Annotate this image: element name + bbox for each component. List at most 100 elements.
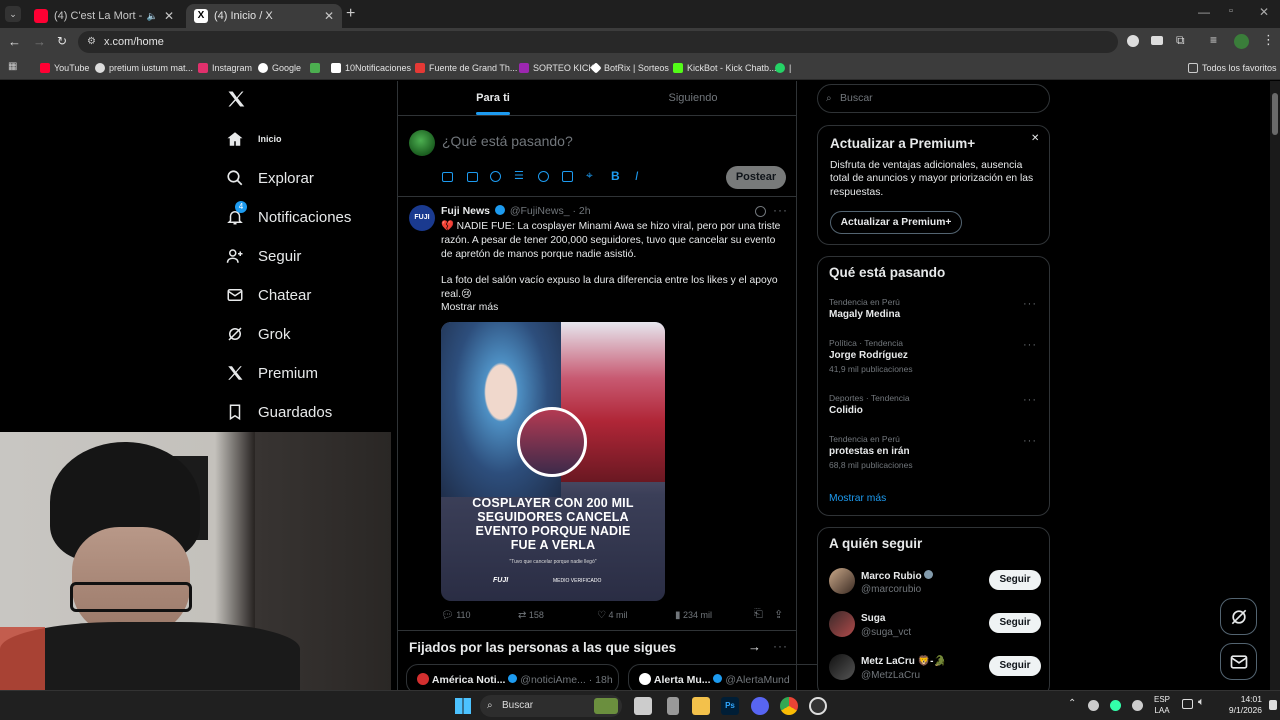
bookmark-youtube[interactable]: YouTube [40, 61, 89, 75]
minimize-icon[interactable]: — [1198, 5, 1210, 19]
x-logo-icon[interactable] [226, 89, 246, 109]
italic-icon[interactable]: I [635, 169, 638, 183]
views-button[interactable]: ▮ 234 mil [675, 610, 712, 621]
follow-suggestion[interactable]: Suga @suga_vct Seguir [829, 611, 1041, 641]
tab-youtube[interactable]: (4) C'est La Mort - YouTube 🔈 ✕ [26, 4, 182, 28]
chrome-icon[interactable] [780, 697, 798, 715]
scrollbar-thumb[interactable] [1272, 93, 1278, 135]
bookmark-sorteo-kick[interactable]: SORTEO KICK [519, 61, 594, 75]
trend-item[interactable]: Tendencia en Perú Magaly Medina [829, 297, 900, 320]
follow-button[interactable]: Seguir [989, 656, 1041, 676]
arrow-right-icon[interactable]: → [748, 639, 761, 654]
trend-item[interactable]: Deportes · Tendencia Colidio [829, 393, 910, 416]
location-icon[interactable]: ⌖ [586, 168, 593, 183]
post-button[interactable]: Postear [726, 166, 786, 189]
tweet[interactable]: FUJI Fuji News @FujiNews_ · 2h ··· 💔 NAD… [398, 197, 796, 631]
nav-seguir[interactable]: Seguir [226, 243, 301, 269]
volume-icon[interactable]: 🔈︎ [1198, 696, 1205, 709]
tray-icon[interactable] [1088, 700, 1099, 711]
bookmark-instagram[interactable]: Instagram [198, 61, 252, 75]
forward-icon[interactable]: → [33, 34, 46, 49]
site-info-icon[interactable]: ⚙ [87, 31, 96, 53]
tab-siguiendo[interactable]: Siguiendo [598, 81, 788, 115]
close-tab-icon[interactable]: ✕ [164, 9, 174, 23]
more-options-icon[interactable]: ··· [1023, 298, 1037, 310]
bold-icon[interactable]: B [611, 169, 620, 183]
bookmark-colorful[interactable] [310, 61, 324, 75]
tab-list-button[interactable]: ⌄ [5, 6, 21, 22]
photoshop-icon[interactable]: Ps [721, 697, 739, 715]
pinned-card[interactable]: América Noti... @noticiAme... · 18h [406, 664, 619, 690]
compose-input[interactable]: ¿Qué está pasando? [442, 133, 573, 149]
more-options-icon[interactable]: ··· [773, 639, 788, 653]
nav-grok[interactable]: Grok [226, 321, 291, 347]
bookmark-whatsapp[interactable]: | [775, 61, 791, 75]
tray-chevron-icon[interactable]: ⌃ [1068, 698, 1076, 709]
bookmark-botrix[interactable]: BotRix | Sorteos [590, 61, 669, 75]
grok-compose-icon[interactable] [490, 171, 501, 182]
nav-guardados[interactable]: Guardados [226, 399, 332, 425]
close-window-icon[interactable]: ✕ [1259, 5, 1269, 19]
bookmark-kickbot[interactable]: KickBot - Kick Chatb... [673, 61, 777, 75]
obs-icon[interactable] [809, 697, 827, 715]
tweet-image[interactable]: COSPLAYER CON 200 MIL SEGUIDORES CANCELA… [441, 322, 665, 601]
profile-avatar[interactable] [1234, 34, 1249, 49]
more-options-icon[interactable]: ··· [1023, 339, 1037, 351]
nav-inicio[interactable]: Inicio [226, 126, 282, 152]
show-more-link[interactable]: Mostrar más [829, 493, 886, 504]
tweet-author[interactable]: Fuji News [441, 205, 490, 217]
gif-icon[interactable] [467, 172, 478, 182]
nav-premium[interactable]: Premium [226, 360, 318, 386]
discord-icon[interactable] [751, 697, 769, 715]
trend-item[interactable]: Política · Tendencia Jorge Rodríguez 41,… [829, 338, 913, 374]
schedule-icon[interactable] [562, 171, 573, 182]
pinned-card[interactable]: Alerta Mu... @AlertaMund [628, 664, 828, 690]
address-bar[interactable]: ⚙ x.com/home [78, 31, 1118, 53]
clock[interactable]: 14:01 9/1/2026 [1214, 694, 1262, 716]
tab-para-ti[interactable]: Para ti [398, 81, 588, 115]
notifications-icon[interactable] [1269, 700, 1277, 710]
close-tab-icon[interactable]: ✕ [324, 9, 334, 23]
extension-icon-1[interactable] [1127, 35, 1139, 47]
trend-item[interactable]: Tendencia en Perú protestas en irán 68,8… [829, 434, 913, 470]
more-options-icon[interactable]: ··· [1023, 435, 1037, 447]
avatar[interactable] [409, 130, 435, 156]
grok-analyze-icon[interactable] [755, 206, 766, 217]
taskbar-search[interactable]: ⌕ Buscar [480, 695, 622, 717]
poll-icon[interactable]: ☰ [514, 169, 524, 182]
all-bookmarks[interactable]: Todos los favoritos [1188, 61, 1277, 75]
tweet-handle[interactable]: @FujiNews_ [510, 205, 570, 217]
follow-button[interactable]: Seguir [989, 570, 1041, 590]
restore-icon[interactable]: ▫ [1229, 5, 1233, 17]
bookmark-tweet-icon[interactable]: ⎗ [754, 608, 763, 621]
tweet-avatar[interactable]: FUJI [409, 205, 435, 231]
apps-icon[interactable]: ▦ [8, 61, 17, 72]
nav-chatear[interactable]: Chatear [226, 282, 311, 308]
tab-x-home[interactable]: X (4) Inicio / X ✕ [186, 4, 342, 28]
search-input[interactable]: ⌕ Buscar [817, 84, 1050, 113]
follow-suggestion[interactable]: Marco Rubio @marcorubio Seguir [829, 568, 1041, 598]
follow-button[interactable]: Seguir [989, 613, 1041, 633]
nav-notificaciones[interactable]: 4 Notificaciones [226, 201, 351, 230]
tray-icon[interactable] [1110, 700, 1121, 711]
bookmark-pretium[interactable]: pretium iustum mat... [95, 61, 193, 75]
app-icon[interactable] [667, 697, 679, 715]
media-icon[interactable]: ≡ [1210, 33, 1217, 47]
close-icon[interactable]: ✕ [1031, 133, 1039, 144]
bookmark-fuente[interactable]: Fuente de Grand Th... [415, 61, 517, 75]
emoji-icon[interactable] [538, 171, 549, 182]
bookmark-10notificaciones[interactable]: 10Notificaciones [331, 61, 411, 75]
share-icon[interactable]: ⇪ [774, 608, 783, 621]
windows-start-icon[interactable] [455, 698, 471, 714]
grok-float-button[interactable] [1220, 598, 1257, 635]
reply-button[interactable]: 💬︎ 110 [441, 610, 471, 621]
reload-icon[interactable]: ↻ [57, 34, 67, 48]
bookmark-google[interactable]: Google [258, 61, 301, 75]
more-options-icon[interactable]: ··· [1023, 394, 1037, 406]
file-explorer-icon[interactable] [692, 697, 710, 715]
speaker-icon[interactable]: 🔈 [147, 11, 158, 22]
back-icon[interactable]: ← [8, 34, 21, 49]
tray-icon[interactable] [1132, 700, 1143, 711]
repost-button[interactable]: ⇄ 158 [518, 610, 544, 621]
more-options-icon[interactable]: ··· [773, 203, 788, 217]
